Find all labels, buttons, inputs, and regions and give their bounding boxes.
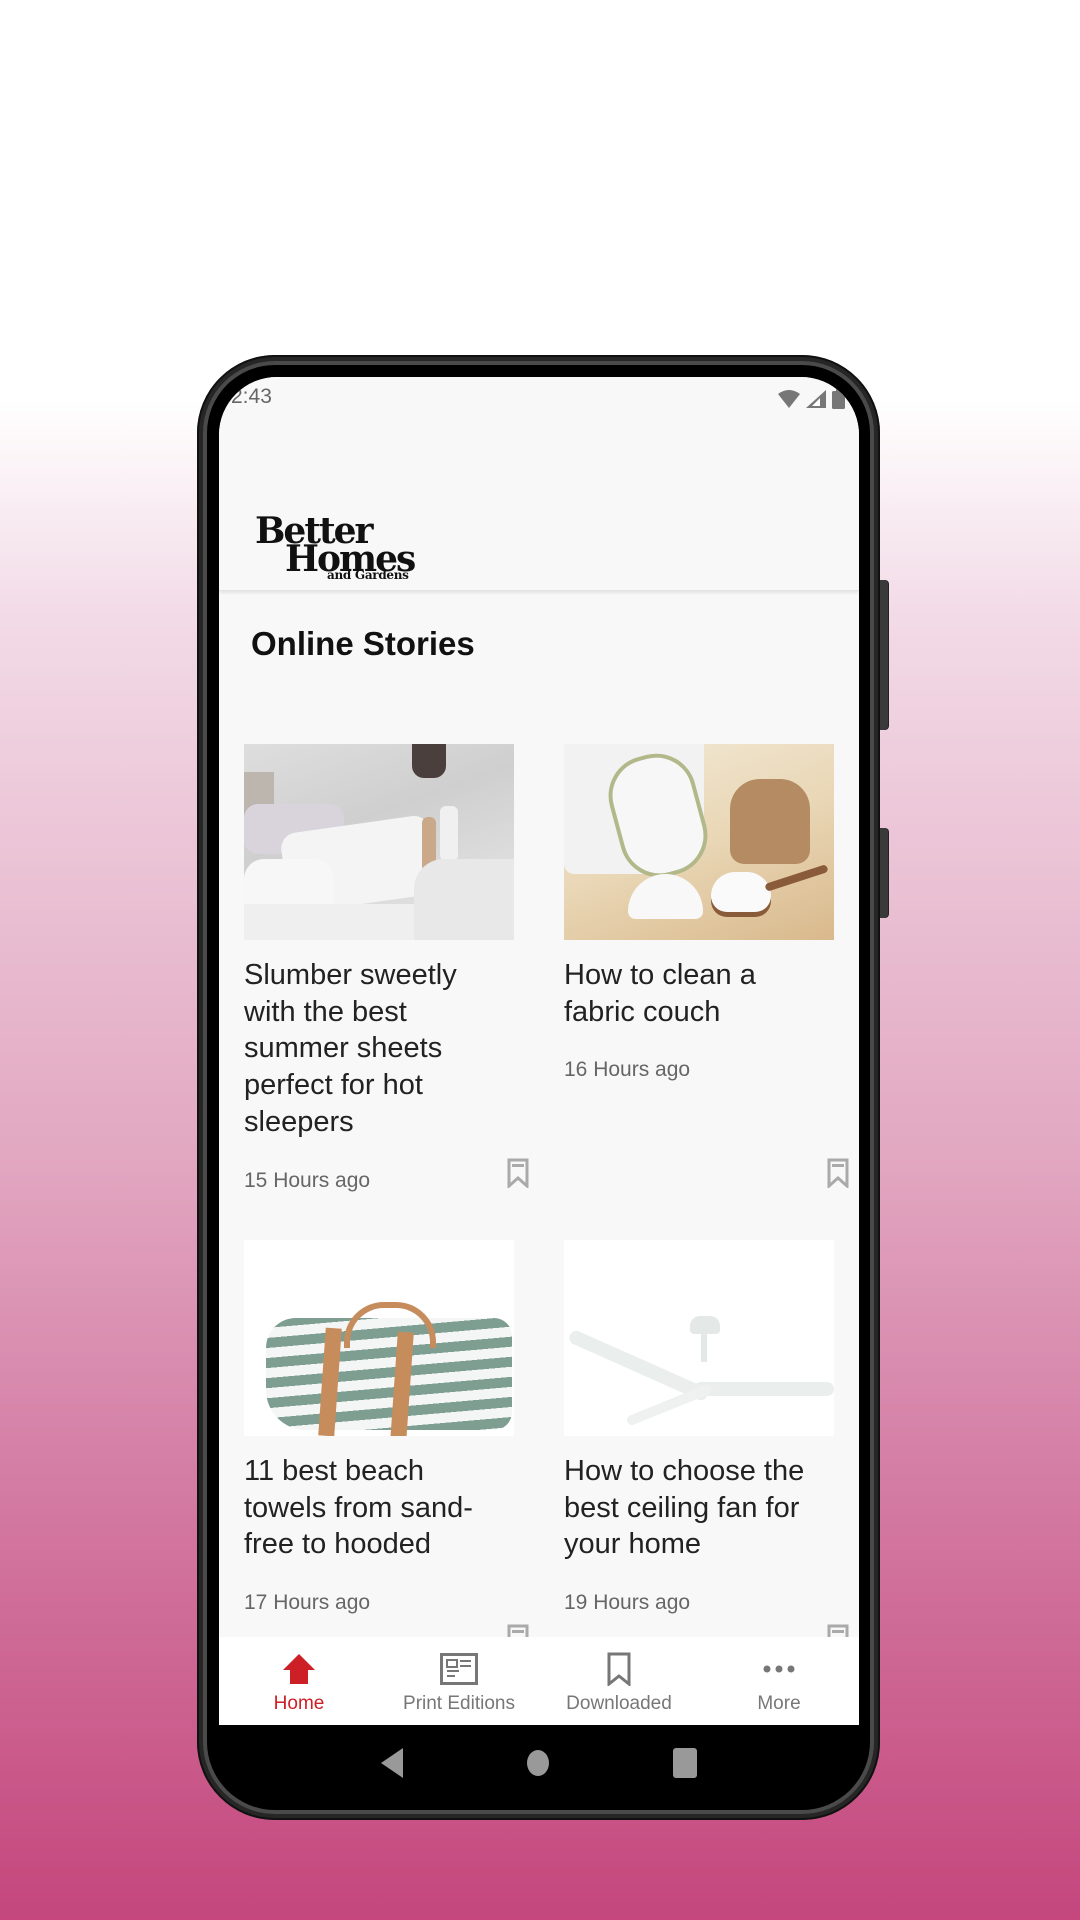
nav-home[interactable]: Home bbox=[219, 1637, 379, 1725]
story-time: 17 Hours ago bbox=[244, 1591, 371, 1615]
nav-label: Print Editions bbox=[403, 1693, 515, 1714]
story-time: 15 Hours ago bbox=[244, 1168, 371, 1192]
section-title: Online Stories bbox=[251, 625, 475, 662]
story-image[interactable] bbox=[244, 744, 514, 940]
story-title[interactable]: Slumber sweetly with the best summer she… bbox=[244, 957, 514, 1141]
status-icons bbox=[778, 389, 845, 409]
battery-icon bbox=[832, 389, 845, 409]
story-title[interactable]: 11 best beach towels from sand-free to h… bbox=[244, 1453, 514, 1563]
story-time: 19 Hours ago bbox=[564, 1591, 691, 1615]
story-image[interactable] bbox=[564, 744, 834, 940]
recents-icon[interactable] bbox=[673, 1747, 698, 1778]
nav-more[interactable]: More bbox=[699, 1637, 859, 1725]
system-nav-bar bbox=[219, 1725, 859, 1800]
status-time: 2:43 bbox=[231, 385, 272, 408]
more-dots-icon bbox=[759, 1651, 799, 1687]
back-icon[interactable] bbox=[380, 1747, 403, 1778]
nav-label: Downloaded bbox=[566, 1693, 672, 1714]
nav-downloaded[interactable]: Downloaded bbox=[539, 1637, 699, 1725]
bhg-logo: Better Homes and Gardens bbox=[255, 510, 416, 582]
phone-frame: 2:43 Better Homes and Gardens Online Sto… bbox=[197, 355, 888, 1820]
nav-label: More bbox=[757, 1693, 801, 1714]
story-title[interactable]: How to choose the best ceiling fan for y… bbox=[564, 1453, 834, 1563]
story-image[interactable] bbox=[244, 1240, 514, 1436]
story-image[interactable] bbox=[564, 1240, 834, 1436]
bottom-nav: Home Print Editions Downloaded More bbox=[219, 1637, 859, 1725]
home-circle-icon[interactable] bbox=[526, 1749, 550, 1777]
nav-label: Home bbox=[273, 1693, 325, 1714]
bookmark-icon[interactable] bbox=[827, 1158, 849, 1188]
volume-button bbox=[880, 828, 888, 918]
newspaper-icon bbox=[439, 1651, 479, 1687]
home-icon bbox=[279, 1651, 319, 1687]
story-time: 16 Hours ago bbox=[564, 1058, 691, 1082]
story-card[interactable]: How to clean a fabric couch 16 Hours ago bbox=[564, 744, 849, 1188]
story-title[interactable]: How to clean a fabric couch bbox=[564, 957, 834, 1030]
story-card[interactable]: 11 best beach towels from sand-free to h… bbox=[244, 1240, 529, 1654]
story-card[interactable]: Slumber sweetly with the best summer she… bbox=[244, 744, 529, 1193]
bookmark-icon bbox=[599, 1651, 639, 1687]
bookmark-icon[interactable] bbox=[507, 1158, 529, 1188]
power-button bbox=[880, 580, 888, 730]
story-card[interactable]: How to choose the best ceiling fan for y… bbox=[564, 1240, 849, 1654]
nav-print-editions[interactable]: Print Editions bbox=[379, 1637, 539, 1725]
app-screen: 2:43 Better Homes and Gardens Online Sto… bbox=[219, 377, 859, 1725]
app-header: 2:43 Better Homes and Gardens bbox=[219, 377, 859, 591]
wifi-icon bbox=[778, 390, 800, 408]
signal-icon bbox=[806, 390, 826, 408]
